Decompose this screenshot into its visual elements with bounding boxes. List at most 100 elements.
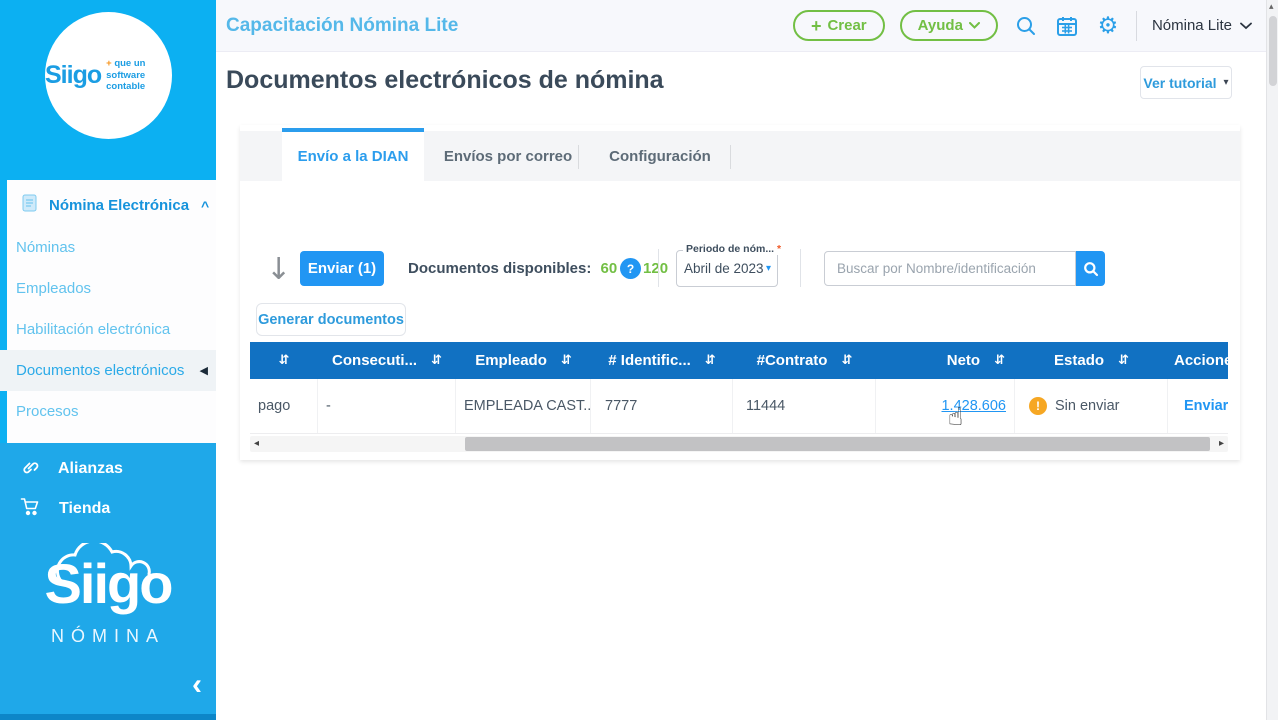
column-label: Consecuti...: [332, 352, 418, 369]
sidebar-item-label: Documentos electrónicos: [16, 362, 185, 379]
sort-icon[interactable]: ⇵: [1118, 353, 1129, 368]
sidebar-footer: Alianzas Tienda Siigo NÓMINA ‹: [0, 443, 216, 714]
sort-icon[interactable]: ⇵: [994, 353, 1005, 368]
active-item-arrow-icon: ◀: [199, 364, 208, 377]
caret-down-icon: ▾: [1223, 77, 1229, 88]
sidebar-section-label: Nómina Electrónica: [49, 197, 190, 214]
sort-icon[interactable]: ⇵: [279, 353, 290, 368]
period-select[interactable]: Periodo de nóm... * Abril de 2023 ▾: [676, 243, 785, 287]
toolbar-divider: [800, 249, 801, 287]
help-button[interactable]: Ayuda: [899, 10, 998, 41]
vertical-scrollbar[interactable]: ▴: [1266, 0, 1278, 720]
documents-available-label: Documentos disponibles:: [408, 260, 592, 277]
link-chain-icon: [20, 457, 40, 482]
horizontal-scroll-thumb[interactable]: [465, 437, 1210, 451]
scroll-right-icon[interactable]: ▸: [1219, 438, 1224, 449]
sidebar-item-documentos-electronicos[interactable]: Documentos electrónicos ◀: [0, 350, 216, 391]
tab-label: Configuración: [609, 147, 711, 165]
search-submit-button[interactable]: [1076, 251, 1105, 286]
nomina-wordmark: NÓMINA: [51, 626, 165, 646]
chevron-down-icon: [1240, 22, 1252, 29]
cell-neto: 1.428.606: [876, 379, 1015, 433]
column-label: Neto: [946, 352, 981, 369]
chevron-down-icon: [968, 22, 980, 29]
neto-amount-link[interactable]: 1.428.606: [941, 398, 1006, 414]
column-label: Empleado: [475, 352, 547, 369]
siigo-tagline-text: que un software contable: [106, 57, 146, 93]
sort-icon[interactable]: ⇵: [705, 353, 716, 368]
table-row: pago - EMPLEADA CAST... 7777 11444 1.428…: [250, 379, 1228, 434]
column-estado: Estado ⇵: [1015, 342, 1168, 379]
sidebar-item-label: Nóminas: [16, 239, 76, 256]
send-row-link[interactable]: Enviar: [1176, 398, 1228, 414]
sidebar: Siigo + que un software contable Nómina …: [0, 0, 216, 720]
create-button[interactable]: + Crear: [792, 10, 885, 41]
siigo-logo-badge: Siigo + que un software contable: [45, 12, 172, 139]
sidebar-collapse-icon[interactable]: ‹: [192, 670, 202, 700]
vertical-scroll-thumb[interactable]: [1269, 16, 1277, 86]
account-menu[interactable]: Nómina Lite: [1152, 17, 1252, 34]
cell-empleado: EMPLEADA CAST...: [456, 379, 591, 433]
sidebar-item-tienda[interactable]: Tienda: [0, 489, 216, 529]
tab-label: Envío a la DIAN: [297, 148, 409, 165]
sidebar-item-label: Tienda: [59, 500, 111, 517]
cell-identificacion: 7777: [591, 379, 733, 433]
column-acciones: Acciones: [1168, 342, 1228, 379]
sidebar-item-label: Empleados: [16, 280, 92, 297]
column-label: #Contrato: [756, 352, 828, 369]
caret-down-icon: ▾: [765, 263, 771, 274]
sidebar-item-habilitacion[interactable]: Habilitación electrónica: [0, 309, 216, 350]
period-value: Abril de 2023: [684, 261, 764, 276]
period-label: Periodo de nóm... *: [683, 243, 785, 255]
view-tutorial-button[interactable]: Ver tutorial ▾: [1140, 66, 1232, 99]
column-neto: Neto ⇵: [876, 342, 1015, 379]
horizontal-scrollbar[interactable]: ◂ ▸: [250, 436, 1228, 452]
magnifier-icon: [1083, 261, 1098, 276]
sidebar-item-procesos[interactable]: Procesos: [0, 391, 216, 432]
tab-divider: [730, 145, 731, 169]
cell-estado: ! Sin enviar: [1015, 379, 1168, 433]
warning-icon: !: [1029, 397, 1047, 415]
help-tooltip-icon[interactable]: ?: [620, 258, 641, 279]
documents-table: ⇵ Consecuti... ⇵ Empleado ⇵ # Identific...…: [250, 342, 1228, 434]
cell-acciones: Enviar: [1168, 379, 1228, 433]
tab-envio-dian[interactable]: Envío a la DIAN: [282, 128, 424, 181]
cell-contrato: 11444: [733, 379, 876, 433]
siigo-logo-text: Siigo: [45, 61, 102, 89]
page-title: Documentos electrónicos de nómina: [226, 66, 664, 94]
tab-configuracion[interactable]: Configuración: [600, 131, 720, 181]
column-empleado: Empleado ⇵: [456, 342, 591, 379]
search-icon[interactable]: [1013, 13, 1039, 39]
required-asterisk: *: [777, 243, 782, 255]
sidebar-menu: Nómina Electrónica ^ Nóminas Empleados H…: [0, 180, 216, 443]
period-label-text: Periodo de nóm...: [686, 243, 775, 255]
search-field: [824, 251, 1076, 286]
create-button-label: Crear: [827, 17, 867, 34]
sidebar-item-nominas[interactable]: Nóminas: [0, 227, 216, 268]
gear-icon[interactable]: ⚙: [1095, 13, 1121, 39]
sort-icon[interactable]: ⇵: [431, 353, 442, 368]
sidebar-item-empleados[interactable]: Empleados: [0, 268, 216, 309]
sort-icon[interactable]: ⇵: [841, 353, 852, 368]
document-icon: [22, 194, 37, 217]
sidebar-item-alianzas[interactable]: Alianzas: [0, 449, 216, 489]
siigo-tagline: + que un software contable: [106, 58, 172, 94]
search-input[interactable]: [825, 252, 1075, 285]
table-header: ⇵ Consecuti... ⇵ Empleado ⇵ # Identific...…: [250, 342, 1228, 379]
generate-documents-button[interactable]: Generar documentos: [256, 303, 406, 336]
column-label: # Identific...: [608, 352, 691, 369]
topbar-divider: [1135, 10, 1137, 41]
send-button[interactable]: Enviar (1): [300, 251, 384, 286]
chevron-up-icon[interactable]: ^: [201, 198, 209, 214]
sidebar-brand-area: Siigo + que un software contable: [0, 0, 216, 180]
tab-label: Envíos por correo: [443, 147, 573, 165]
scroll-left-icon[interactable]: ◂: [254, 438, 259, 449]
sort-icon[interactable]: ⇵: [561, 353, 572, 368]
account-label: Nómina Lite: [1151, 17, 1232, 34]
calendar-icon[interactable]: [1054, 13, 1080, 39]
sidebar-section-nomina-electronica[interactable]: Nómina Electrónica ^: [0, 180, 216, 227]
scroll-up-icon[interactable]: ▴: [1269, 2, 1274, 12]
tab-envios-correo[interactable]: Envíos por correo: [438, 131, 578, 181]
siigo-nomina-logo: Siigo NÓMINA: [0, 538, 216, 647]
cell-consecutivo: -: [318, 379, 456, 433]
